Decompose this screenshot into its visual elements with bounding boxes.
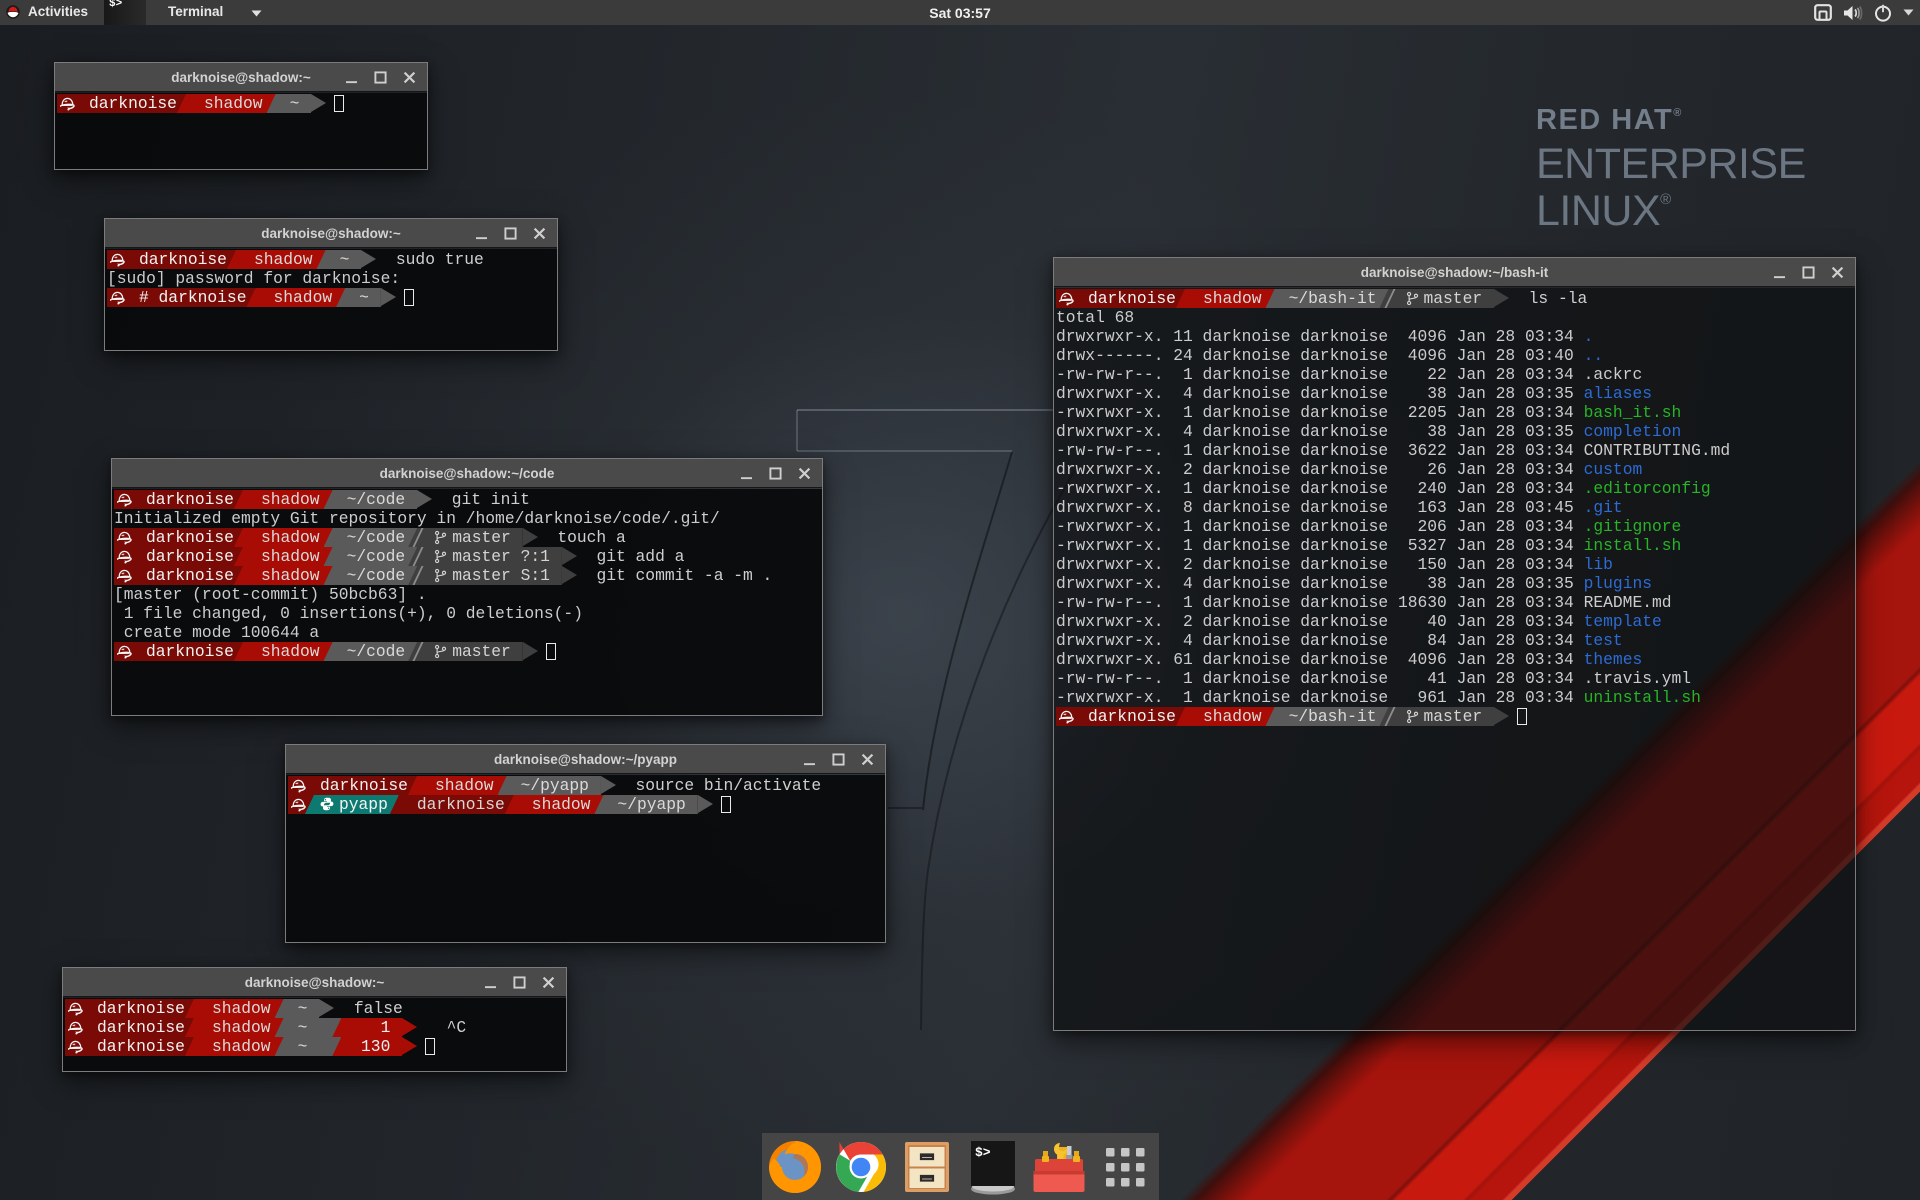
svg-text:$>: $> bbox=[975, 1145, 991, 1160]
